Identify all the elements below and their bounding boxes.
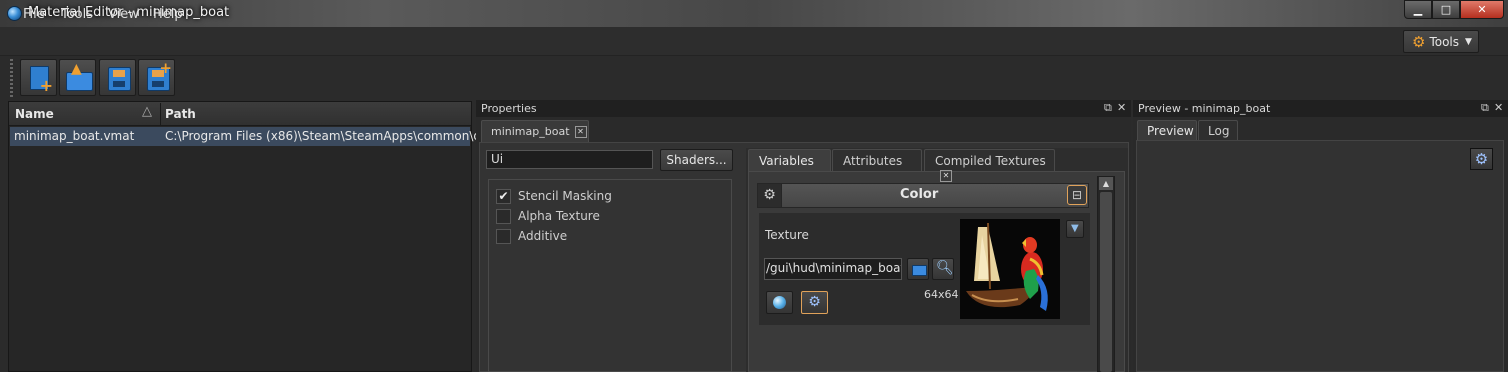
feature-stencil-masking[interactable]: ✔ Stencil Masking xyxy=(496,187,612,205)
chevron-down-icon: ▼ xyxy=(1071,223,1079,234)
open-button[interactable]: ▲ xyxy=(59,59,96,96)
tab-compiled-label: Compiled Textures xyxy=(935,154,1046,168)
shaders-button[interactable]: Shaders... xyxy=(660,149,733,171)
shader-input[interactable]: Ui xyxy=(486,150,653,169)
tab-variables[interactable]: Variables xyxy=(748,149,831,171)
tools-dropdown-label: Tools xyxy=(1429,34,1460,49)
globe-icon xyxy=(773,296,786,309)
menu-bar xyxy=(0,27,1508,56)
gear-icon: ⚙ xyxy=(808,294,821,310)
checkbox-unchecked[interactable] xyxy=(496,208,511,224)
plus-icon: + xyxy=(159,59,172,77)
new-material-button[interactable]: + xyxy=(20,59,57,96)
feature-label: Stencil Masking xyxy=(518,189,612,203)
properties-title: Properties xyxy=(476,100,1131,117)
scroll-up-arrow[interactable]: ▲ xyxy=(1099,177,1113,190)
tab-compiled-textures[interactable]: Compiled Textures✕ xyxy=(924,149,1055,182)
menu-tools[interactable]: Tools xyxy=(61,7,93,22)
boat-parrot-image xyxy=(960,219,1060,319)
maximize-button[interactable]: □ xyxy=(1432,0,1460,19)
feature-additive[interactable]: Additive xyxy=(496,227,567,245)
toolbar xyxy=(0,57,1508,100)
close-tab-icon[interactable]: ✕ xyxy=(940,169,952,182)
color-group-title: Color xyxy=(900,187,939,202)
checkbox-unchecked[interactable] xyxy=(496,228,511,244)
minimize-button[interactable]: ▁ xyxy=(1404,0,1432,19)
new-file-icon: + xyxy=(30,66,53,94)
feature-label: Alpha Texture xyxy=(518,209,600,223)
gear-icon: ⚙ xyxy=(1412,32,1426,51)
column-path-header[interactable]: Path xyxy=(165,107,196,121)
tab-preview[interactable]: Preview xyxy=(1137,120,1197,140)
column-separator[interactable] xyxy=(160,103,161,125)
save-disk-icon xyxy=(108,67,131,91)
chevron-down-icon: ▼ xyxy=(1465,36,1472,47)
save-button[interactable] xyxy=(99,59,136,96)
folder-icon xyxy=(912,265,927,276)
collapse-button[interactable]: ⊟ xyxy=(1067,185,1087,205)
texture-options-dropdown[interactable]: ▼ xyxy=(1066,220,1084,238)
toolbar-grip[interactable] xyxy=(10,59,13,97)
texture-globe-button[interactable] xyxy=(766,291,793,314)
texture-thumbnail xyxy=(960,219,1060,319)
tab-attributes[interactable]: Attributes xyxy=(832,149,922,171)
menu-view[interactable]: View xyxy=(108,7,139,22)
tab-material-label: minimap_boat xyxy=(491,125,570,138)
file-list-header xyxy=(9,102,471,126)
tab-log[interactable]: Log xyxy=(1198,120,1238,140)
checkbox-checked[interactable]: ✔ xyxy=(496,188,511,204)
close-panel-icon[interactable]: ✕ xyxy=(1117,101,1126,114)
gear-icon: ⚙ xyxy=(1474,150,1489,168)
feature-alpha-texture[interactable]: Alpha Texture xyxy=(496,207,600,225)
sort-ascending-icon[interactable]: △ xyxy=(142,104,152,119)
up-arrow-icon: ▲ xyxy=(71,61,82,77)
texture-path-input[interactable]: /gui\hud\minimap_boat.psd xyxy=(764,258,902,280)
preview-settings-button[interactable]: ⚙ xyxy=(1470,148,1493,170)
app-icon xyxy=(7,6,22,21)
tab-material[interactable]: minimap_boat ✕ xyxy=(481,120,589,142)
find-texture-button[interactable]: 🔍︎ xyxy=(932,258,954,280)
gear-icon[interactable]: ⚙ xyxy=(757,183,782,208)
save-as-button[interactable]: + xyxy=(138,59,175,96)
preview-title: Preview - minimap_boat xyxy=(1133,100,1508,117)
magnifier-icon: 🔍︎ xyxy=(936,260,954,276)
browse-folder-button[interactable] xyxy=(907,258,929,280)
feature-label: Additive xyxy=(518,229,568,243)
file-name-cell: minimap_boat.vmat xyxy=(14,129,135,143)
float-panel-icon[interactable]: ⧉ xyxy=(1481,101,1489,115)
tools-dropdown[interactable]: ⚙ Tools ▼ xyxy=(1403,30,1479,53)
scroll-thumb[interactable] xyxy=(1100,192,1112,372)
close-panel-icon[interactable]: ✕ xyxy=(1494,101,1503,114)
column-name-header[interactable]: Name xyxy=(15,107,54,121)
float-panel-icon[interactable]: ⧉ xyxy=(1104,101,1112,115)
close-button[interactable]: ✕ xyxy=(1460,0,1504,19)
menu-help[interactable]: Help xyxy=(153,7,183,22)
texture-label: Texture xyxy=(765,228,809,242)
menu-file[interactable]: File xyxy=(23,7,45,22)
preview-body xyxy=(1136,140,1504,372)
close-tab-icon[interactable]: ✕ xyxy=(574,126,587,138)
file-path-cell: C:\Program Files (x86)\Steam\SteamApps\c… xyxy=(165,129,500,143)
texture-size: 64x64 xyxy=(924,288,959,301)
texture-settings-button[interactable]: ⚙ xyxy=(801,291,828,314)
